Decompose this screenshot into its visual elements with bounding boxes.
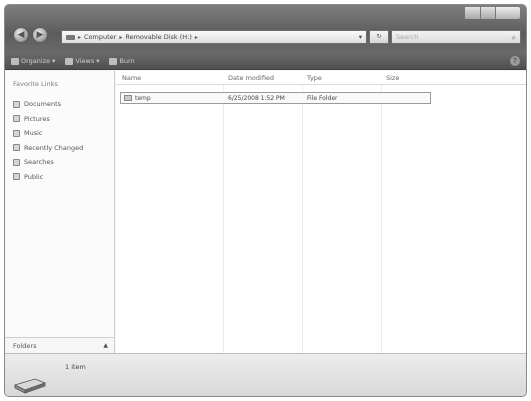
forward-arrow-icon: ▶ — [36, 30, 44, 40]
item-count: 1 item — [65, 363, 86, 371]
pictures-icon — [13, 115, 20, 123]
column-header-type[interactable]: Type — [307, 74, 322, 82]
organize-label: Organize — [21, 57, 51, 65]
burn-icon — [109, 57, 118, 65]
details-pane: 1 item — [5, 353, 526, 396]
recently-changed-icon — [13, 144, 20, 152]
caption-buttons — [464, 7, 520, 19]
public-icon — [13, 173, 20, 181]
minimize-button[interactable] — [464, 7, 480, 19]
nav-item-searches[interactable]: Searches — [13, 155, 83, 170]
column-header-name[interactable]: Name — [122, 74, 141, 82]
burn-button[interactable]: Burn — [109, 57, 135, 65]
back-button[interactable]: ◀ — [13, 27, 29, 43]
maximize-button[interactable] — [479, 7, 496, 19]
computer-icon — [66, 34, 75, 40]
title-bar: ◀ ▶ ▸ Computer ▸ Removable Disk (H:) ▸ ▾… — [5, 5, 526, 53]
nav-item-public[interactable]: Public — [13, 170, 83, 185]
forward-button[interactable]: ▶ — [32, 27, 48, 43]
nav-item-recently-changed[interactable]: Recently Changed — [13, 141, 83, 156]
nav-item-label: Music — [24, 129, 43, 138]
folders-toggle[interactable]: Folders ▲ — [5, 337, 114, 353]
address-dropdown-icon[interactable]: ▾ — [359, 33, 362, 41]
breadcrumb-computer[interactable]: Computer — [84, 33, 116, 41]
command-toolbar: Organize ▾ Views ▾ Burn ? — [5, 53, 526, 70]
breadcrumb-separator-icon: ▸ — [194, 33, 198, 41]
search-placeholder: Search — [396, 33, 419, 41]
help-icon: ? — [513, 57, 517, 65]
folder-icon — [124, 95, 132, 101]
nav-item-label: Public — [24, 172, 44, 181]
chevron-down-icon: ▾ — [96, 57, 100, 65]
organize-button[interactable]: Organize ▾ — [11, 57, 55, 65]
file-name: temp — [135, 95, 151, 102]
help-button[interactable]: ? — [510, 56, 520, 66]
refresh-button[interactable]: ↻ — [369, 30, 389, 44]
chevron-down-icon: ▾ — [52, 57, 56, 65]
file-row[interactable]: temp 6/25/2008 1:52 PM File Folder — [120, 92, 431, 104]
organize-icon — [11, 57, 19, 65]
favorite-links-title: Favorite Links — [13, 80, 58, 88]
nav-item-pictures[interactable]: Pictures — [13, 112, 83, 127]
refresh-icon: ↻ — [376, 33, 382, 40]
burn-label: Burn — [119, 57, 135, 65]
searches-icon — [13, 158, 20, 166]
explorer-window: ◀ ▶ ▸ Computer ▸ Removable Disk (H:) ▸ ▾… — [4, 4, 527, 397]
removable-drive-icon — [13, 378, 47, 394]
search-input[interactable]: Search ⌕ — [391, 30, 521, 44]
nav-item-documents[interactable]: Documents — [13, 97, 83, 112]
breadcrumb-removable-disk[interactable]: Removable Disk (H:) — [125, 33, 192, 41]
column-divider — [223, 85, 224, 353]
nav-item-label: Searches — [24, 158, 54, 167]
nav-item-label: Pictures — [24, 114, 50, 123]
file-type: File Folder — [307, 95, 338, 102]
search-icon[interactable]: ⌕ — [512, 32, 516, 44]
breadcrumb-separator-icon: ▸ — [119, 33, 123, 41]
breadcrumb-separator-icon: ▸ — [78, 33, 82, 41]
column-divider — [381, 85, 382, 353]
views-icon — [65, 57, 74, 65]
folders-label: Folders — [13, 341, 37, 350]
nav-item-label: Recently Changed — [24, 143, 84, 152]
back-arrow-icon: ◀ — [17, 30, 25, 40]
file-date-modified: 6/25/2008 1:52 PM — [228, 95, 285, 102]
column-header-date-modified[interactable]: Date modified — [228, 74, 274, 82]
address-bar[interactable]: ▸ Computer ▸ Removable Disk (H:) ▸ ▾ — [61, 30, 367, 44]
nav-item-music[interactable]: Music — [13, 126, 83, 141]
navigation-pane: Favorite Links Documents Pictures Music … — [5, 71, 115, 353]
close-button[interactable] — [495, 7, 520, 19]
favorite-links-list: Documents Pictures Music Recently Change… — [13, 97, 83, 184]
column-divider — [302, 85, 303, 353]
documents-icon — [13, 100, 20, 108]
views-button[interactable]: Views ▾ — [65, 57, 99, 65]
column-headers: Name Date modified Type Size — [116, 71, 526, 85]
nav-item-label: Documents — [24, 100, 62, 109]
music-icon — [13, 129, 20, 137]
chevron-up-icon: ▲ — [103, 342, 108, 349]
views-label: Views — [75, 57, 95, 65]
file-list-pane: Name Date modified Type Size temp 6/25/2… — [116, 71, 526, 353]
column-header-size[interactable]: Size — [386, 74, 399, 82]
